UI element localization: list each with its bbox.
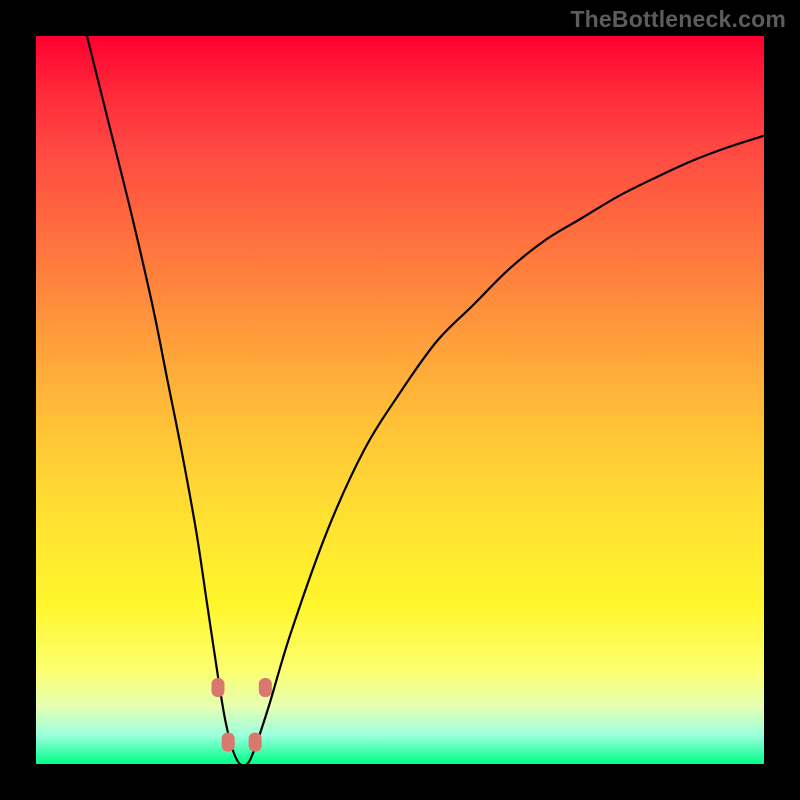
- data-marker: [259, 678, 272, 697]
- data-marker: [249, 733, 262, 752]
- data-marker: [212, 678, 225, 697]
- bottleneck-curve: [87, 36, 764, 764]
- plot-area: [36, 36, 764, 764]
- marker-layer: [212, 678, 272, 752]
- watermark-text: TheBottleneck.com: [570, 6, 786, 33]
- chart-frame: TheBottleneck.com: [0, 0, 800, 800]
- data-marker: [222, 733, 235, 752]
- curve-layer: [36, 36, 764, 764]
